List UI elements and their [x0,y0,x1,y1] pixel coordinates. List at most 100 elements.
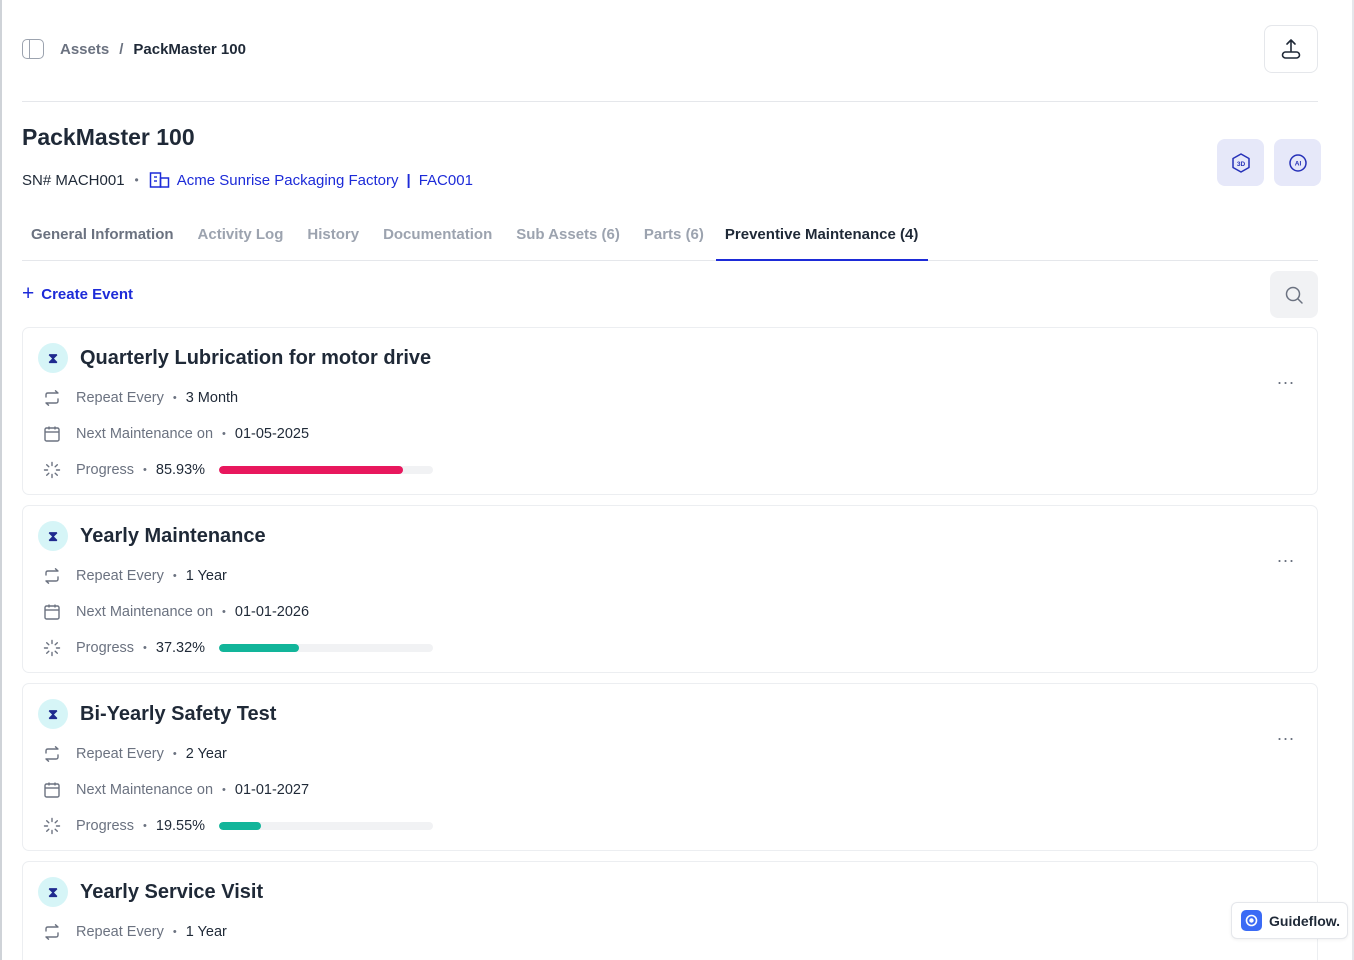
3d-view-button[interactable]: 3D [1217,139,1264,186]
repeat-label: Repeat Every [76,568,164,584]
tab-preventive-maintenance[interactable]: Preventive Maintenance (4) [715,218,929,261]
event-card[interactable]: ⧗ Yearly Maintenance ... Repeat Every • … [22,505,1318,673]
factory-separator: | [406,171,411,189]
repeat-label: Repeat Every [76,390,164,406]
progress-label: Progress [76,462,135,478]
card-header: ⧗ Yearly Maintenance [38,521,266,551]
next-maintenance-row: Next Maintenance on • 01-01-2027 [43,780,309,800]
event-card[interactable]: ⧗ Bi-Yearly Safety Test ... Repeat Every… [22,683,1318,851]
guideflow-logo-icon [1241,910,1262,931]
next-maintenance-label: Next Maintenance on [76,426,214,442]
meta-separator: • [134,173,139,187]
serial-number: SN# MACH001 [22,171,125,189]
event-card[interactable]: ⧗ Yearly Service Visit Repeat Every • 1 … [22,861,1318,960]
repeat-value: 1 Year [185,924,227,940]
event-title: Bi-Yearly Safety Test [80,702,277,725]
next-maintenance-row: Next Maintenance on • 01-01-2026 [43,602,309,622]
hourglass-icon: ⧗ [38,521,68,551]
row-bullet: • [172,748,177,760]
more-options-icon[interactable]: ... [1277,368,1295,389]
event-card[interactable]: ⧗ Quarterly Lubrication for motor drive … [22,327,1318,495]
row-bullet: • [222,784,226,796]
export-button[interactable] [1264,25,1318,73]
ai-button[interactable]: AI [1274,139,1321,186]
loader-icon [43,817,61,835]
tab-history[interactable]: History [295,218,371,260]
row-bullet: • [143,642,147,654]
repeat-row: Repeat Every • 1 Year [43,922,227,942]
search-icon [1285,286,1303,304]
create-event-button[interactable]: + Create Event [22,282,133,305]
guideflow-badge[interactable]: Guideflow. [1231,902,1348,939]
progress-fill [219,466,403,474]
plus-icon: + [22,282,35,305]
tab-parts[interactable]: Parts (6) [632,218,716,260]
event-title: Quarterly Lubrication for motor drive [80,346,432,369]
next-maintenance-row: Next Maintenance on • 01-05-2025 [43,424,309,444]
asset-meta: SN# MACH001 • Acme Sunrise Packaging Fac… [22,170,473,190]
repeat-label: Repeat Every [76,924,164,940]
ai-icon: AI [1288,153,1307,172]
page-title: PackMaster 100 [22,124,195,150]
tab-documentation[interactable]: Documentation [371,218,504,260]
card-header: ⧗ Yearly Service Visit [38,877,263,907]
ai-label: AI [1294,160,1301,167]
loader-icon [43,639,61,657]
3d-label: 3D [1236,161,1245,168]
progress-bar [219,466,434,474]
guideflow-label: Guideflow. [1269,912,1341,929]
row-bullet: • [172,570,177,582]
tab-bar: General Information Activity Log History… [22,218,1318,261]
repeat-icon [43,745,61,763]
progress-value: 19.55% [155,818,206,834]
progress-bar [219,822,434,830]
repeat-value: 3 Month [185,390,239,406]
card-header: ⧗ Quarterly Lubrication for motor drive [38,343,431,373]
tab-activity-log[interactable]: Activity Log [186,218,296,260]
progress-value: 85.93% [155,462,206,478]
repeat-icon [43,567,61,585]
next-maintenance-value: 01-01-2026 [234,604,310,620]
create-event-label: Create Event [41,285,133,303]
tab-general-information[interactable]: General Information [22,218,186,260]
breadcrumb-assets[interactable]: Assets [60,41,109,58]
sidebar-toggle-icon[interactable] [22,39,44,59]
repeat-value: 2 Year [185,746,227,762]
repeat-value: 1 Year [185,568,227,584]
progress-fill [219,644,299,652]
repeat-row: Repeat Every • 2 Year [43,744,227,764]
search-button[interactable] [1270,271,1318,318]
progress-fill [219,822,261,830]
3d-cube-icon: 3D [1231,152,1250,173]
event-title: Yearly Maintenance [80,524,266,547]
progress-value: 37.32% [155,640,206,656]
progress-label: Progress [76,640,135,656]
row-bullet: • [172,926,177,938]
factory-name[interactable]: Acme Sunrise Packaging Factory [177,172,399,189]
next-maintenance-value: 01-01-2027 [234,782,310,798]
top-bar: Assets / PackMaster 100 [22,24,1318,74]
more-options-icon[interactable]: ... [1277,546,1295,567]
repeat-icon [43,923,61,941]
building-icon [149,172,169,188]
row-bullet: • [222,428,226,440]
repeat-icon [43,389,61,407]
tab-sub-assets[interactable]: Sub Assets (6) [504,218,632,260]
next-maintenance-label: Next Maintenance on [76,604,214,620]
factory-code[interactable]: FAC001 [419,172,473,189]
factory-link[interactable]: Acme Sunrise Packaging Factory | FAC001 [149,171,473,189]
row-bullet: • [172,392,177,404]
calendar-icon [43,603,61,621]
progress-label: Progress [76,818,135,834]
progress-row: Progress • 19.55% [43,816,434,836]
breadcrumb-current: PackMaster 100 [133,40,246,58]
breadcrumb-separator: / [119,40,124,58]
more-options-icon[interactable]: ... [1277,724,1295,745]
hourglass-icon: ⧗ [38,877,68,907]
hourglass-icon: ⧗ [38,699,68,729]
progress-row: Progress • 85.93% [43,460,434,480]
row-bullet: • [143,820,147,832]
card-header: ⧗ Bi-Yearly Safety Test [38,699,276,729]
event-title: Yearly Service Visit [80,880,264,903]
progress-row: Progress • 37.32% [43,638,434,658]
